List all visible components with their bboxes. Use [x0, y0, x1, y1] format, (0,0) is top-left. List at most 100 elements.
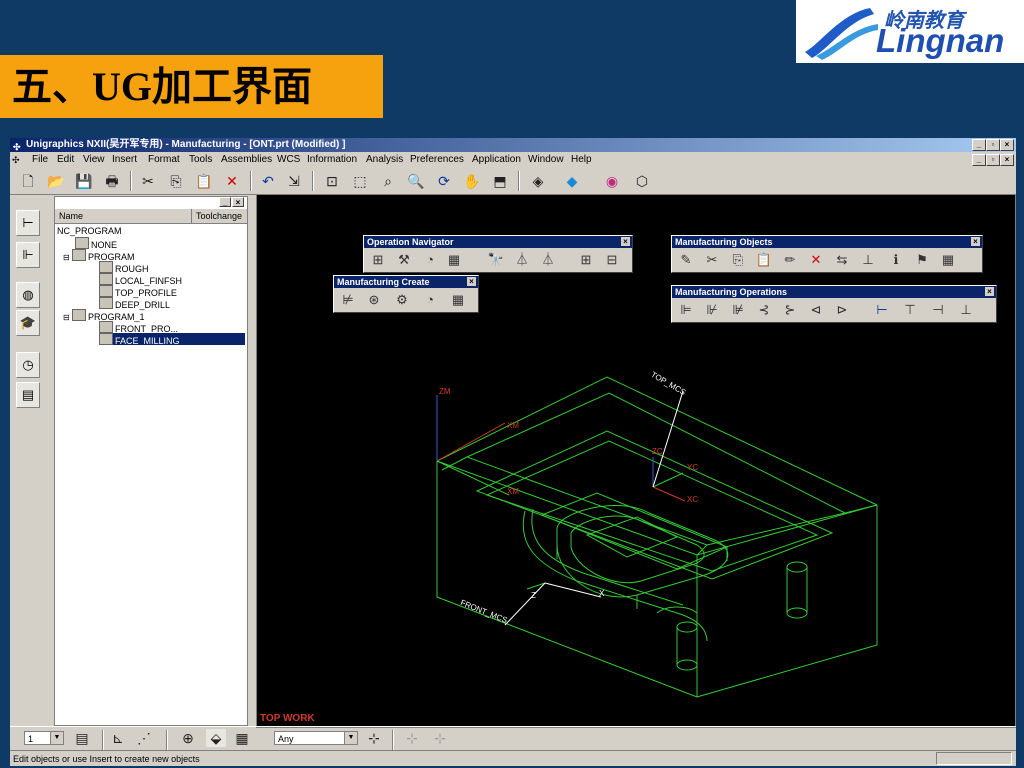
- create-program-icon[interactable]: ⊭: [338, 291, 358, 309]
- shop-docs-icon[interactable]: ⊣: [928, 301, 948, 319]
- close-button[interactable]: ×: [1000, 139, 1014, 151]
- tree-item-nc-program[interactable]: NC_PROGRAM: [57, 225, 122, 237]
- edit-object-icon[interactable]: ✎: [676, 251, 696, 269]
- object-properties-icon[interactable]: ⊥: [858, 251, 878, 269]
- open-folder-icon[interactable]: 📂: [46, 172, 66, 190]
- tree-item-program-1[interactable]: ⊟ PROGRAM_1: [63, 309, 144, 322]
- information-icon[interactable]: ℹ: [886, 251, 906, 269]
- output-cls-icon[interactable]: ⊢: [872, 301, 892, 319]
- new-file-icon[interactable]: 🗋: [18, 172, 38, 190]
- gouge-check-icon[interactable]: ⊳: [832, 301, 852, 319]
- hidden-icon[interactable]: ⬡: [632, 172, 652, 190]
- tree-item-deep-drill[interactable]: DEEP_DRILL: [99, 297, 170, 310]
- zoom-window-icon[interactable]: ⬚: [350, 172, 370, 190]
- display-object-icon[interactable]: ⚑: [912, 251, 932, 269]
- export-icon[interactable]: ⊥: [956, 301, 976, 319]
- menu-view[interactable]: View: [83, 152, 105, 168]
- toolbar-close-icon[interactable]: ×: [971, 237, 980, 246]
- list-toolpath-icon[interactable]: ⊰: [754, 301, 774, 319]
- menu-file[interactable]: File: [32, 152, 48, 168]
- program-order-view-icon[interactable]: ⊞: [368, 251, 388, 269]
- transform-object-icon[interactable]: ⇆: [832, 251, 852, 269]
- filter-icon[interactable]: ⏃: [512, 251, 532, 269]
- zoom-icon[interactable]: 🔍: [406, 172, 426, 190]
- rename-object-icon[interactable]: ✏: [780, 251, 800, 269]
- selection-filter-combo[interactable]: Any ▼: [274, 731, 358, 745]
- rotate-icon[interactable]: ⟳: [434, 172, 454, 190]
- print-icon[interactable]: 🖶: [102, 172, 122, 190]
- render-icon[interactable]: ◉: [602, 172, 622, 190]
- view-cube-icon[interactable]: ⬒: [490, 172, 510, 190]
- paste-object-icon[interactable]: 📋: [754, 251, 774, 269]
- create-method-icon[interactable]: ◔: [420, 291, 440, 309]
- layer-settings-icon[interactable]: ▤: [72, 729, 92, 747]
- machine-tool-view-icon[interactable]: ⚒: [394, 251, 414, 269]
- delete-icon[interactable]: ✕: [222, 172, 242, 190]
- point-snap-icon[interactable]: ⊹: [402, 729, 422, 747]
- wireframe-icon[interactable]: ◈: [528, 172, 548, 190]
- generate-toolpath-icon[interactable]: ⊫: [676, 301, 696, 319]
- doc-close-button[interactable]: ×: [1000, 154, 1014, 166]
- training-tab-icon[interactable]: 🎓: [16, 310, 40, 336]
- cut-icon[interactable]: ✂: [138, 172, 158, 190]
- create-operation-icon[interactable]: ▦: [448, 291, 468, 309]
- minimize-button[interactable]: _: [972, 139, 986, 151]
- doc-restore-button[interactable]: ▫: [986, 154, 1000, 166]
- tree-item-front-pro[interactable]: FRONT_PRO...: [99, 321, 178, 334]
- point-snap-end-icon[interactable]: ⊹: [430, 729, 450, 747]
- menu-help[interactable]: Help: [571, 152, 592, 168]
- find-icon[interactable]: 🔭: [486, 251, 506, 269]
- menu-preferences[interactable]: Preferences: [410, 152, 464, 168]
- tree-item-rough[interactable]: ROUGH: [99, 261, 149, 274]
- pan-icon[interactable]: ✋: [462, 172, 482, 190]
- replay-toolpath-icon[interactable]: ⊮: [702, 301, 722, 319]
- postprocess-icon[interactable]: ⊤: [900, 301, 920, 319]
- menu-application[interactable]: Application: [472, 152, 521, 168]
- tree-item-program[interactable]: ⊟ PROGRAM: [63, 249, 134, 262]
- filter-off-icon[interactable]: ⏃: [538, 251, 558, 269]
- fit-icon[interactable]: ⊡: [322, 172, 342, 190]
- column-name[interactable]: Name: [59, 209, 83, 223]
- tree-item-face-milling[interactable]: FACE_MILLING: [99, 333, 245, 346]
- wcs-dynamics-icon[interactable]: ⊾: [108, 729, 128, 747]
- collapse-icon[interactable]: ⊟: [602, 251, 622, 269]
- cut-object-icon[interactable]: ✂: [702, 251, 722, 269]
- paste-icon[interactable]: 📋: [194, 172, 214, 190]
- graphics-window[interactable]: ZM XM XM ZC YC XC Z X TOP_MCS FRONT_MCS …: [256, 194, 1016, 728]
- web-browser-tab-icon[interactable]: ◍: [16, 282, 40, 308]
- delete-toolpath-icon[interactable]: ⊯: [728, 301, 748, 319]
- menu-information[interactable]: Information: [307, 152, 357, 168]
- method-view-icon[interactable]: ▦: [444, 251, 464, 269]
- select-feature-icon[interactable]: ⬙: [206, 729, 226, 747]
- zoom-area-icon[interactable]: ⌕: [378, 172, 398, 190]
- assembly-navigator-tab-icon[interactable]: ⊩: [16, 242, 40, 268]
- machine-simulate-icon[interactable]: ⊲: [806, 301, 826, 319]
- menu-format[interactable]: Format: [148, 152, 180, 168]
- menu-assemblies[interactable]: Assemblies: [221, 152, 272, 168]
- undo-icon[interactable]: ↶: [258, 172, 278, 190]
- tree-item-top-profile[interactable]: TOP_PROFILE: [99, 285, 177, 298]
- delete-object-icon[interactable]: ✕: [806, 251, 826, 269]
- nav-minimize-button[interactable]: _: [219, 197, 231, 207]
- toolbar-close-icon[interactable]: ×: [621, 237, 630, 246]
- history-tab-icon[interactable]: ◷: [16, 352, 40, 378]
- menu-wcs[interactable]: WCS: [277, 152, 300, 168]
- copy-object-icon[interactable]: ⎘: [728, 251, 748, 269]
- menu-analysis[interactable]: Analysis: [366, 152, 403, 168]
- shaded-icon[interactable]: ◆: [562, 172, 582, 190]
- menu-edit[interactable]: Edit: [57, 152, 74, 168]
- nav-close-button[interactable]: ×: [232, 197, 244, 207]
- save-icon[interactable]: 💾: [74, 172, 94, 190]
- menu-window[interactable]: Window: [528, 152, 564, 168]
- wcs-orient-icon[interactable]: ⋰: [134, 729, 154, 747]
- verify-toolpath-icon[interactable]: ⊱: [780, 301, 800, 319]
- quick-pick-icon[interactable]: ⊹: [364, 729, 384, 747]
- toolbar-close-icon[interactable]: ×: [985, 287, 994, 296]
- column-toolchange[interactable]: Toolchange: [191, 209, 242, 223]
- tree-item-local-finfsh[interactable]: LOCAL_FINFSH: [99, 273, 182, 286]
- geometry-view-icon[interactable]: ◔: [420, 251, 440, 269]
- menu-insert[interactable]: Insert: [112, 152, 137, 168]
- snap-point-icon[interactable]: ⊕: [178, 729, 198, 747]
- copy-icon[interactable]: ⎘: [166, 172, 186, 190]
- select-icon[interactable]: ⇲: [284, 172, 304, 190]
